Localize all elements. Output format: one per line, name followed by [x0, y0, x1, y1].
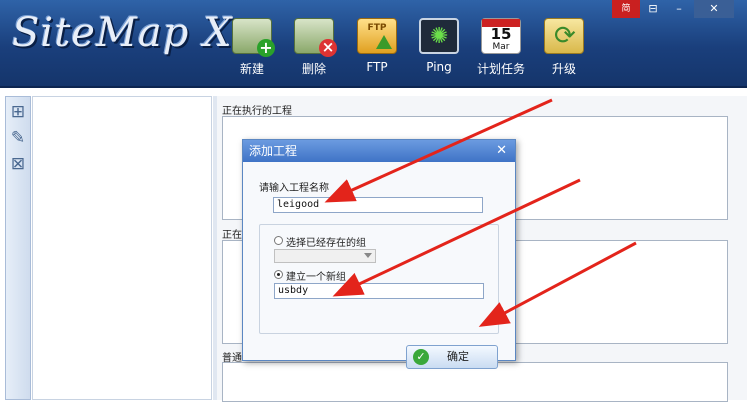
group-options-box: 选择已经存在的组 建立一个新组 usbdy — [259, 224, 499, 334]
radio-new-group-label: 建立一个新组 — [286, 272, 346, 283]
calendar-month: Mar — [492, 42, 510, 52]
add-project-dialog: 添加工程 ✕ 请输入工程名称 leigood 选择已经存在的组 建立一个新组 u… — [242, 139, 516, 369]
ftp-button[interactable]: FTP FTP — [349, 18, 405, 78]
ok-button[interactable]: ✓ 确定 — [406, 345, 498, 369]
section2-label: 正在 — [222, 230, 242, 241]
checkmark-icon: ✓ — [413, 349, 429, 365]
app-header: SiteMap X 新建 删除 FTP FTP Ping 15 Mar 计划任务… — [0, 0, 747, 88]
remove-page-icon[interactable]: ⊠ — [8, 153, 28, 175]
schedule-button[interactable]: 15 Mar 计划任务 — [473, 18, 529, 78]
ok-button-label: 确定 — [447, 350, 469, 363]
ping-button-label: Ping — [426, 60, 452, 74]
radio-existing-group[interactable] — [274, 236, 283, 245]
delete-project-icon — [294, 18, 337, 57]
dialog-title-bar: 添加工程 ✕ — [243, 140, 515, 162]
ftp-upload-icon: FTP — [357, 18, 397, 54]
project-tree-panel[interactable] — [32, 96, 212, 400]
add-page-icon[interactable]: ⊞ — [8, 101, 28, 123]
project-name-label: 请输入工程名称 — [259, 183, 329, 194]
close-window-button[interactable]: ✕ — [694, 0, 734, 18]
delete-button-label: 删除 — [301, 62, 326, 76]
app-logo: SiteMap X — [12, 10, 233, 56]
language-switch[interactable]: 简 — [612, 0, 640, 18]
radio-existing-group-label: 选择已经存在的组 — [286, 238, 366, 249]
running-projects-label: 正在执行的工程 — [222, 106, 292, 117]
upgrade-button[interactable]: 升级 — [536, 18, 592, 78]
new-button-label: 新建 — [239, 62, 264, 76]
ftp-button-label: FTP — [366, 60, 388, 74]
ping-button[interactable]: Ping — [411, 18, 467, 78]
project-name-input[interactable]: leigood — [273, 197, 483, 213]
new-group-input[interactable]: usbdy — [274, 283, 484, 299]
radio-new-group[interactable] — [274, 270, 283, 279]
calendar-day: 15 — [490, 25, 512, 43]
existing-group-select[interactable] — [274, 249, 376, 263]
delete-button[interactable]: 删除 — [286, 18, 342, 78]
dialog-title: 添加工程 — [249, 144, 298, 158]
new-button[interactable]: 新建 — [224, 18, 280, 78]
ping-spider-icon — [419, 18, 459, 54]
restore-button[interactable]: ⊟ — [642, 0, 664, 18]
dialog-close-icon[interactable]: ✕ — [496, 140, 507, 162]
edit-page-icon[interactable]: ✎ — [8, 127, 28, 149]
new-project-icon — [232, 18, 275, 57]
upgrade-refresh-icon — [544, 18, 584, 54]
calendar-icon: 15 Mar — [481, 18, 521, 54]
minimize-button[interactable]: – — [668, 0, 690, 18]
upgrade-button-label: 升级 — [551, 62, 576, 76]
dialog-body: 请输入工程名称 leigood 选择已经存在的组 建立一个新组 usbdy ✓ … — [243, 162, 515, 369]
schedule-button-label: 计划任务 — [476, 62, 525, 76]
left-toolbar: ⊞ ✎ ⊠ — [5, 96, 31, 400]
chevron-down-icon — [364, 253, 372, 258]
